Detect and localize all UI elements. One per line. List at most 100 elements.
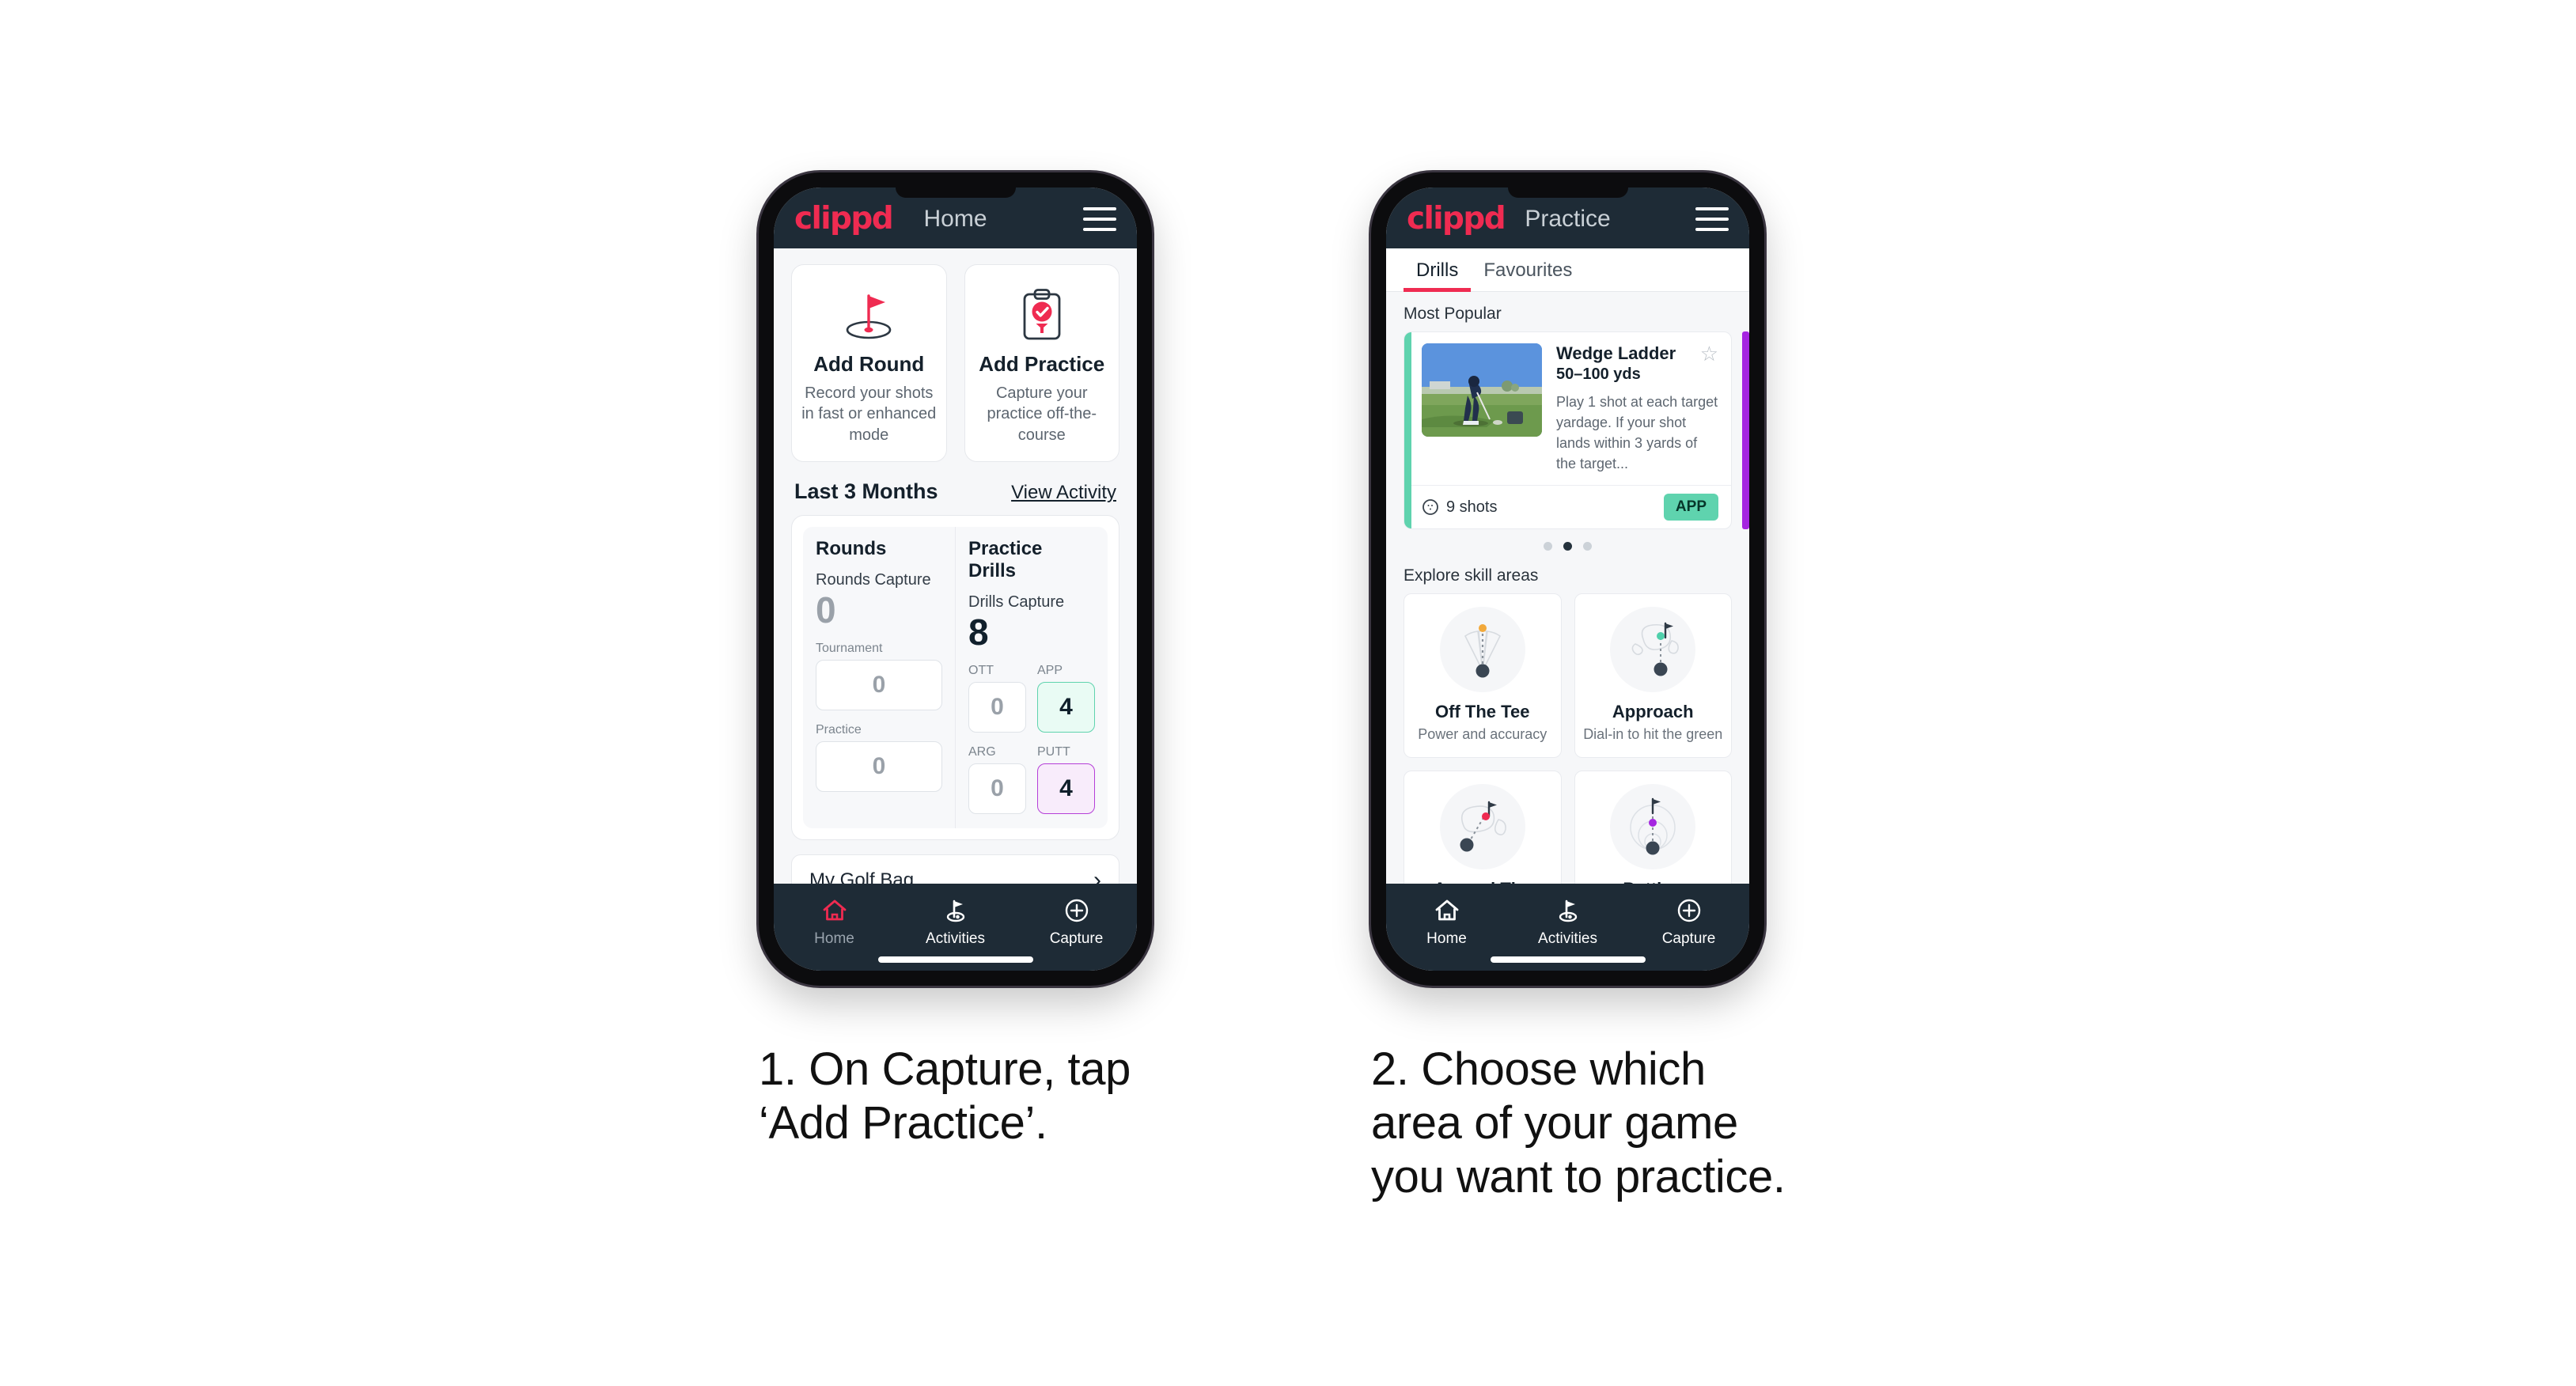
stats-card: Rounds Rounds Capture 0 Tournament 0 Pra… [791,515,1119,841]
ott-app-row: OTT 0 APP 4 [968,664,1095,733]
carousel-dots[interactable] [1386,529,1749,554]
add-practice-title: Add Practice [979,352,1105,376]
phone-notch [1507,187,1628,198]
view-activity-link[interactable]: View Activity [1011,482,1116,504]
skill-card-around-the-green[interactable]: Around The Green Hone your short game [1404,771,1562,884]
drills-capture-label: Drills Capture [968,593,1065,612]
section-title: Last 3 Months [794,479,938,504]
most-popular-label: Most Popular [1404,305,1502,323]
rounds-capture-label: Rounds Capture [816,571,931,589]
nav-label-capture: Capture [1049,930,1104,947]
clipboard-check-tee-icon [1016,282,1068,347]
carousel-dot-1[interactable] [1544,542,1552,551]
phone-mockup-home: clippd Home Add Round Record your shots … [759,172,1152,986]
nav-label-activities: Activities [926,930,985,947]
add-practice-card[interactable]: Add Practice Capture your practice off-t… [964,264,1119,463]
golf-ball-icon [1422,499,1438,516]
putt-field: PUTT 4 [1037,745,1095,815]
putting-rings-icon [1610,784,1696,870]
practice-label: Practice [816,723,862,737]
ott-label: OTT [968,664,994,678]
nav-item-activities[interactable]: Activities [895,896,1016,948]
practice-tabs: Drills Favourites [1386,248,1749,292]
golf-flag-hole-icon [839,282,898,347]
home-icon [822,896,847,925]
home-icon [1434,896,1460,925]
tournament-label: Tournament [816,642,883,656]
home-indicator [1490,956,1646,963]
skill-card-approach[interactable]: Approach Dial-in to hit the green [1574,593,1732,759]
nav-label-activities: Activities [1538,930,1597,947]
nav-label-home: Home [1426,930,1467,947]
add-round-card[interactable]: Add Round Record your shots in fast or e… [791,264,947,463]
last-3-months-row: Last 3 Months View Activity [774,475,1137,515]
nav-label-home: Home [814,930,854,947]
app-label: APP [1037,664,1063,678]
drill-yardage: 50–100 yds [1556,365,1641,383]
chevron-right-icon: › [1093,867,1101,884]
phone-notch [895,187,1016,198]
nav-item-home[interactable]: Home [1386,896,1507,948]
add-round-title: Add Round [813,352,925,376]
phone-mockup-practice: clippd Practice Drills Favourites Most P… [1371,172,1764,986]
drill-thumbnail [1422,343,1542,437]
drill-shots: 9 shots [1422,498,1497,517]
nav-item-capture[interactable]: Capture [1016,896,1137,948]
nav-label-capture: Capture [1661,930,1716,947]
app-value[interactable]: 4 [1037,682,1095,733]
arg-field: ARG 0 [968,745,1026,815]
tab-favourites[interactable]: Favourites [1471,248,1585,291]
golf-flag-icon [942,896,969,925]
carousel-dot-2[interactable] [1563,542,1572,551]
putt-value[interactable]: 4 [1037,763,1095,815]
screenshot-stage: clippd Home Add Round Record your shots … [0,0,2576,1386]
home-screen-body: Add Round Record your shots in fast or e… [774,248,1137,884]
rounds-heading: Rounds [816,538,887,560]
my-golf-bag-label: My Golf Bag [809,869,915,884]
app-field: APP 4 [1037,664,1095,733]
drill-category-badge: APP [1663,494,1718,521]
arg-label: ARG [968,745,996,759]
drill-carousel[interactable]: Wedge Ladder 50–100 yds ☆ Play 1 shot at… [1386,331,1749,530]
golf-flag-icon [1555,896,1582,925]
my-golf-bag-row[interactable]: My Golf Bag › [791,854,1119,884]
home-indicator [877,956,1033,963]
practice-field: Practice 0 [816,723,942,793]
skill-name: Off The Tee [1435,702,1530,722]
ott-value[interactable]: 0 [968,682,1026,733]
skill-sub: Power and accuracy [1418,726,1547,743]
tab-drills[interactable]: Drills [1404,248,1472,292]
drills-capture-value: 8 [968,612,989,653]
drill-card-wedge-ladder[interactable]: Wedge Ladder 50–100 yds ☆ Play 1 shot at… [1404,331,1732,530]
tournament-value[interactable]: 0 [816,660,942,711]
skill-card-putting[interactable]: Putting Make and lag practice [1574,771,1732,884]
arg-putt-row: ARG 0 PUTT 4 [968,745,1095,815]
quick-actions-row: Add Round Record your shots in fast or e… [774,248,1137,475]
nav-item-capture[interactable]: Capture [1628,896,1749,948]
drill-accent-bar [1404,332,1411,529]
carousel-dot-3[interactable] [1583,542,1592,551]
skill-areas-grid: Off The Tee Power and accuracy Approach … [1386,593,1749,884]
skill-card-off-the-tee[interactable]: Off The Tee Power and accuracy [1404,593,1562,759]
hamburger-menu-icon[interactable] [1695,206,1729,231]
arg-value[interactable]: 0 [968,763,1026,815]
tournament-field: Tournament 0 [816,642,942,711]
nav-item-home[interactable]: Home [774,896,895,948]
clippd-logo: clippd [794,201,894,237]
next-card-accent-peek [1742,331,1749,530]
favourite-star-icon[interactable]: ☆ [1700,343,1718,364]
plus-circle-icon [1064,896,1089,925]
rounds-column: Rounds Rounds Capture 0 Tournament 0 Pra… [803,527,956,829]
chip-around-green-icon [1439,784,1525,870]
skill-sub: Dial-in to hit the green [1583,726,1723,743]
bottom-navigation: Home Activities Capture [774,884,1137,971]
practice-value[interactable]: 0 [816,741,942,793]
drill-title: Wedge Ladder [1556,343,1676,363]
ott-field: OTT 0 [968,664,1026,733]
caption-step-2: 2. Choose which area of your game you wa… [1371,1043,1786,1202]
drill-description: Play 1 shot at each target yardage. If y… [1556,394,1718,472]
plus-circle-icon [1676,896,1702,925]
nav-item-activities[interactable]: Activities [1507,896,1628,948]
drill-shots-label: 9 shots [1446,498,1498,516]
hamburger-menu-icon[interactable] [1083,206,1116,231]
